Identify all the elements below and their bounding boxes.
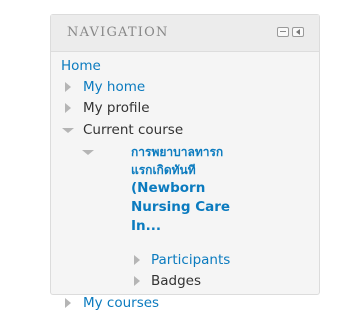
nav-item-my-courses[interactable]: My courses bbox=[83, 294, 159, 312]
nav-item-current-course[interactable]: Current course bbox=[83, 121, 183, 139]
expand-arrow-icon[interactable] bbox=[65, 103, 71, 113]
course-name-line: Nursing Care bbox=[131, 199, 231, 215]
navigation-block: NAVIGATION Home My home My profile Curre… bbox=[50, 14, 320, 311]
navigation-title: NAVIGATION bbox=[67, 25, 169, 40]
course-name-line: In... bbox=[131, 218, 162, 234]
course-name-line: (Newborn bbox=[131, 180, 206, 196]
expand-arrow-icon[interactable] bbox=[65, 82, 71, 92]
expand-arrow-icon[interactable] bbox=[134, 276, 140, 286]
dock-block-icon[interactable] bbox=[277, 27, 289, 37]
nav-item-home[interactable]: Home bbox=[61, 57, 101, 75]
nav-item-my-profile[interactable]: My profile bbox=[83, 99, 150, 117]
course-name-line: การพยาบาลทารก bbox=[131, 145, 224, 159]
expand-arrow-icon[interactable] bbox=[134, 255, 140, 265]
nav-item-my-home[interactable]: My home bbox=[83, 78, 145, 96]
course-name-line: แรกเกิดทันที bbox=[131, 163, 196, 177]
collapse-arrow-icon[interactable] bbox=[82, 150, 94, 155]
nav-item-badges[interactable]: Badges bbox=[151, 272, 201, 290]
collapse-arrow-icon[interactable] bbox=[62, 128, 74, 133]
navigation-header: NAVIGATION bbox=[51, 15, 319, 52]
nav-item-participants[interactable]: Participants bbox=[151, 251, 230, 269]
nav-item-course-name[interactable]: การพยาบาลทารก แรกเกิดทันที (Newborn Nurs… bbox=[131, 143, 230, 236]
collapse-block-icon[interactable] bbox=[292, 27, 304, 37]
